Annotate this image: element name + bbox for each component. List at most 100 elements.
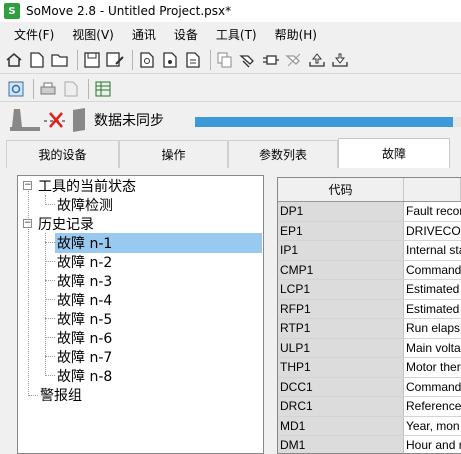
cell-description: Run elaps xyxy=(406,321,461,336)
gear-icon xyxy=(8,81,24,96)
tree-node-alarm-group[interactable]: 警报组 xyxy=(38,385,84,404)
cell-code: LCP1 xyxy=(278,280,404,299)
tab-fault[interactable]: 故障 xyxy=(338,138,450,168)
print-button[interactable] xyxy=(38,78,58,100)
table-row[interactable]: EP1DRIVECOM xyxy=(278,221,461,241)
disconnect-button[interactable] xyxy=(284,49,304,71)
cell-description: Motor therm xyxy=(406,360,461,375)
document-compare-icon xyxy=(163,51,177,68)
connect-button[interactable] xyxy=(238,49,258,71)
tree-node-fault-detection[interactable]: 故障检测 xyxy=(55,195,115,214)
tree-node-fault-n7[interactable]: 故障 n-7 xyxy=(55,347,114,366)
collapse-icon[interactable]: − xyxy=(23,219,32,228)
pc-icon xyxy=(10,109,40,131)
column-header-description[interactable] xyxy=(404,178,461,201)
cell-description: Reference xyxy=(406,399,461,414)
table-header: 代码 xyxy=(278,178,461,202)
menu-view[interactable]: 视图(V) xyxy=(63,26,123,43)
table-row[interactable]: LCP1 Estimated xyxy=(278,280,461,300)
tab-parameter-list[interactable]: 参数列表 xyxy=(228,140,338,168)
cell-code: THP1 xyxy=(278,358,404,377)
plug-icon xyxy=(263,54,279,65)
table-row[interactable]: DM1 Hour and r xyxy=(278,436,461,453)
app-icon: S xyxy=(4,3,20,19)
tree-node-fault-n1[interactable]: 故障 n-1 xyxy=(55,232,262,253)
menu-bar: 文件(F) 视图(V) 通讯 设备 工具(T) 帮助(H) xyxy=(0,23,461,45)
home-button[interactable] xyxy=(4,49,24,71)
fault-tree: − 工具的当前状态 故障检测 − 历史记录 故障 n-1 故障 n-2 故障 n… xyxy=(17,175,264,454)
cell-code: ULP1 xyxy=(278,338,404,357)
table-body: DP1Fault recorEP1DRIVECOMIP1Internal sta… xyxy=(278,202,461,453)
table-row[interactable]: DP1 Fault recor xyxy=(278,202,461,222)
new-file-icon xyxy=(30,51,44,68)
tree-connector xyxy=(45,261,55,262)
toolbar-separator xyxy=(132,49,133,70)
tree-node-fault-n3[interactable]: 故障 n-3 xyxy=(55,271,114,290)
tree-node-fault-n8[interactable]: 故障 n-8 xyxy=(55,366,114,385)
cell-code: RFP1 xyxy=(278,299,404,318)
table-row[interactable]: RFP1 Estimated xyxy=(278,299,461,319)
new-file-button[interactable] xyxy=(27,49,47,71)
sync-progress-bar xyxy=(195,117,461,127)
tree-node-current-status[interactable]: − 工具的当前状态 xyxy=(23,176,138,195)
plug-disconnect-icon xyxy=(285,53,301,66)
collapse-icon[interactable]: − xyxy=(23,181,32,190)
table-row[interactable]: DCC1 Command xyxy=(278,377,461,397)
save-button[interactable] xyxy=(82,49,102,71)
connection-status-row: 数据未同步 xyxy=(0,104,461,136)
spreadsheet-icon xyxy=(95,81,111,96)
save-as-button[interactable] xyxy=(105,49,125,71)
table-row[interactable]: RTP1 Run elaps xyxy=(278,319,461,339)
print-preview-button[interactable] xyxy=(137,49,157,71)
cell-code: DCC1 xyxy=(278,377,404,396)
menu-communication[interactable]: 通讯 xyxy=(123,26,165,43)
compare-button[interactable] xyxy=(160,49,180,71)
table-row[interactable]: DRC1 Reference xyxy=(278,397,461,417)
download-button[interactable] xyxy=(330,49,350,71)
report-icon xyxy=(186,51,200,68)
tree-node-fault-n5[interactable]: 故障 n-5 xyxy=(55,309,114,328)
copy-icon xyxy=(217,52,232,67)
tree-connector xyxy=(45,204,55,205)
plug-button[interactable] xyxy=(261,49,281,71)
printer-icon xyxy=(40,82,56,94)
table-row[interactable]: THP1Motor therm xyxy=(278,358,461,378)
download-icon xyxy=(332,53,348,67)
menu-tools[interactable]: 工具(T) xyxy=(207,26,266,43)
cell-description: Estimated xyxy=(406,282,460,297)
table-row[interactable]: ULP1Main voltag xyxy=(278,338,461,358)
tree-node-fault-n2[interactable]: 故障 n-2 xyxy=(55,252,114,271)
save-as-icon xyxy=(106,51,124,67)
page-button[interactable] xyxy=(61,78,81,100)
toolbar-separator xyxy=(88,78,89,99)
copy-button[interactable] xyxy=(215,49,235,71)
menu-device[interactable]: 设备 xyxy=(165,26,207,43)
cell-code: DM1 xyxy=(278,436,404,453)
upload-button[interactable] xyxy=(307,49,327,71)
toolbar-separator xyxy=(77,49,78,70)
disconnected-x-icon xyxy=(44,112,68,128)
column-header-code[interactable]: 代码 xyxy=(278,178,404,201)
table-row[interactable]: MD1 Year, mon xyxy=(278,416,461,436)
tab-operation[interactable]: 操作 xyxy=(119,140,228,168)
tree-node-fault-n6[interactable]: 故障 n-6 xyxy=(55,328,114,347)
document-search-icon xyxy=(140,51,154,68)
menu-file[interactable]: 文件(F) xyxy=(0,26,63,43)
open-button[interactable] xyxy=(50,49,70,71)
tree-connector xyxy=(45,356,55,357)
tree-connector xyxy=(45,299,55,300)
report-button[interactable] xyxy=(183,49,203,71)
menu-help[interactable]: 帮助(H) xyxy=(266,26,326,43)
settings-button[interactable] xyxy=(6,78,26,100)
title-bar: S SoMove 2.8 - Untitled Project.psx* xyxy=(0,0,461,22)
tree-node-fault-n4[interactable]: 故障 n-4 xyxy=(55,290,114,309)
table-row[interactable]: IP1 Internal sta xyxy=(278,241,461,261)
toolbar-separator xyxy=(33,78,34,99)
plug-connect-icon xyxy=(239,54,254,67)
tab-my-device[interactable]: 我的设备 xyxy=(6,140,119,168)
spreadsheet-button[interactable] xyxy=(93,78,113,100)
table-row[interactable]: CMP1 Command xyxy=(278,260,461,280)
tree-connector xyxy=(45,280,55,281)
tree-connector xyxy=(28,395,38,396)
tree-node-history[interactable]: − 历史记录 xyxy=(23,214,96,233)
